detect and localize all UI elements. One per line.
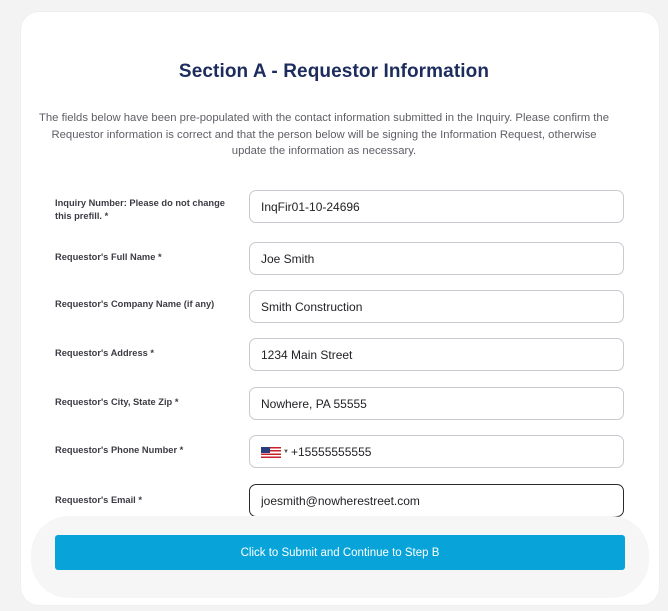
- submit-continue-button[interactable]: Click to Submit and Continue to Step B: [55, 535, 625, 570]
- company-name-label: Requestor's Company Name (if any): [55, 299, 215, 309]
- phone-number-label: Requestor's Phone Number *: [55, 445, 184, 455]
- address-input[interactable]: [249, 338, 624, 371]
- city-state-zip-input[interactable]: [249, 387, 624, 420]
- email-input[interactable]: [249, 484, 624, 517]
- inquiry-number-label: Inquiry Number: Please do not change thi…: [55, 198, 225, 221]
- phone-number-field: ▼: [249, 435, 624, 468]
- section-intro: The fields below have been pre-populated…: [39, 112, 609, 157]
- chevron-down-icon: ▼: [283, 449, 289, 455]
- full-name-label: Requestor's Full Name *: [55, 252, 162, 262]
- country-code-selector[interactable]: ▼: [261, 447, 291, 458]
- address-label: Requestor's Address *: [55, 348, 154, 358]
- full-name-input[interactable]: [249, 242, 624, 275]
- city-state-zip-label: Requestor's City, State Zip *: [55, 397, 179, 407]
- us-flag-icon: [261, 447, 281, 458]
- phone-number-input[interactable]: [291, 436, 611, 467]
- inquiry-number-input[interactable]: [249, 190, 624, 223]
- email-label: Requestor's Email *: [55, 495, 142, 505]
- section-title: Section A - Requestor Information: [178, 61, 490, 82]
- company-name-input[interactable]: [249, 290, 624, 323]
